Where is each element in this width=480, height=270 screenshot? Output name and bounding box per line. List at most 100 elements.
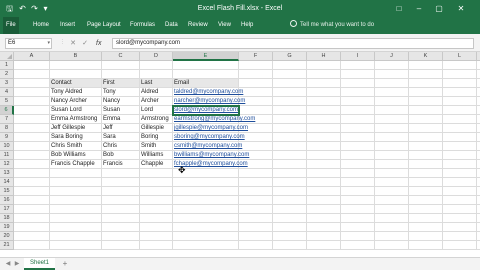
table-cell[interactable]: Jeff (102, 124, 140, 133)
column-header-h[interactable]: H (307, 52, 341, 61)
cell[interactable] (140, 61, 173, 70)
cell[interactable] (102, 232, 140, 241)
cell[interactable] (239, 187, 273, 196)
cell[interactable] (375, 115, 409, 124)
cell[interactable] (375, 88, 409, 97)
cell[interactable] (307, 214, 341, 223)
table-cell[interactable]: Lord (140, 106, 173, 115)
cell[interactable] (102, 196, 140, 205)
formula-input[interactable]: slord@mycompany.com (112, 38, 474, 49)
column-header-a[interactable]: A (14, 52, 50, 61)
table-cell[interactable]: Nancy (102, 97, 140, 106)
column-header-g[interactable]: G (273, 52, 307, 61)
cell[interactable] (341, 187, 375, 196)
cell[interactable] (307, 160, 341, 169)
cell[interactable] (173, 241, 239, 250)
column-header-i[interactable]: I (341, 52, 375, 61)
cell[interactable] (50, 196, 102, 205)
cell[interactable] (443, 196, 477, 205)
cell[interactable] (239, 61, 273, 70)
cell[interactable] (239, 214, 273, 223)
table-cell[interactable]: Smith (140, 142, 173, 151)
column-header-e[interactable]: E (173, 52, 239, 61)
chevron-down-icon[interactable]: ▾ (47, 39, 50, 48)
table-header-cell[interactable]: First (102, 79, 140, 88)
tab-data[interactable]: Data (162, 17, 181, 34)
cell[interactable] (307, 151, 341, 160)
cell[interactable] (409, 196, 443, 205)
cell[interactable] (409, 232, 443, 241)
tab-review[interactable]: Review (185, 17, 211, 34)
cell[interactable] (14, 115, 50, 124)
cell[interactable] (140, 232, 173, 241)
cell[interactable] (273, 61, 307, 70)
cell[interactable] (173, 214, 239, 223)
table-header-cell[interactable]: Contact (50, 79, 102, 88)
cell[interactable] (409, 70, 443, 79)
cell[interactable] (273, 160, 307, 169)
cell[interactable] (14, 124, 50, 133)
cell[interactable] (50, 187, 102, 196)
table-cell[interactable]: Chris Smith (50, 142, 102, 151)
cell[interactable] (375, 160, 409, 169)
table-header-cell[interactable]: Email (173, 79, 239, 88)
row-header-3[interactable]: 3 (0, 79, 14, 88)
cell[interactable] (307, 205, 341, 214)
email-cell[interactable]: narcher@mycompany.com (173, 97, 245, 106)
column-header-d[interactable]: D (140, 52, 173, 61)
cell[interactable] (173, 61, 239, 70)
cell[interactable] (307, 169, 341, 178)
cell[interactable] (14, 241, 50, 250)
cell[interactable] (14, 70, 50, 79)
cell[interactable] (239, 223, 273, 232)
cell[interactable] (14, 187, 50, 196)
cell[interactable] (375, 205, 409, 214)
table-cell[interactable]: Bob Williams (50, 151, 102, 160)
email-cell[interactable]: bwilliams@mycompany.com (173, 151, 249, 160)
cell[interactable] (443, 178, 477, 187)
cell[interactable] (341, 142, 375, 151)
row-header-21[interactable]: 21 (0, 241, 14, 250)
cancel-icon[interactable]: ✕ (68, 38, 78, 49)
cell[interactable] (307, 178, 341, 187)
cell[interactable] (173, 70, 239, 79)
cell[interactable] (307, 70, 341, 79)
row-header-6[interactable]: 6 (0, 106, 14, 115)
enter-icon[interactable]: ✓ (80, 38, 90, 49)
cell[interactable] (14, 97, 50, 106)
cell[interactable] (443, 61, 477, 70)
cell[interactable] (239, 97, 273, 106)
cell[interactable] (443, 187, 477, 196)
table-cell[interactable]: Boring (140, 133, 173, 142)
cell[interactable] (273, 106, 307, 115)
active-cell[interactable]: slord@mycompany.com (172, 105, 240, 116)
table-cell[interactable]: Emma (102, 115, 140, 124)
cell[interactable] (50, 214, 102, 223)
cell[interactable] (443, 79, 477, 88)
cell[interactable] (239, 115, 273, 124)
row-header-7[interactable]: 7 (0, 115, 14, 124)
row-header-16[interactable]: 16 (0, 196, 14, 205)
cell[interactable] (50, 178, 102, 187)
row-header-12[interactable]: 12 (0, 160, 14, 169)
cell[interactable] (273, 187, 307, 196)
table-cell[interactable]: Armstrong (140, 115, 173, 124)
email-cell[interactable]: csmith@mycompany.com (173, 142, 242, 151)
cell[interactable] (443, 124, 477, 133)
name-box[interactable]: E6 ▾ (5, 38, 52, 49)
cell[interactable] (140, 223, 173, 232)
cell[interactable] (443, 133, 477, 142)
cell[interactable] (409, 241, 443, 250)
cell[interactable] (307, 106, 341, 115)
cell[interactable] (239, 241, 273, 250)
cell[interactable] (409, 151, 443, 160)
cell[interactable] (375, 106, 409, 115)
cell[interactable] (341, 178, 375, 187)
cell[interactable] (273, 241, 307, 250)
cell[interactable] (173, 223, 239, 232)
cell[interactable] (102, 169, 140, 178)
cell[interactable] (140, 214, 173, 223)
table-cell[interactable]: Susan (102, 106, 140, 115)
cell[interactable] (239, 106, 273, 115)
cell[interactable] (341, 79, 375, 88)
